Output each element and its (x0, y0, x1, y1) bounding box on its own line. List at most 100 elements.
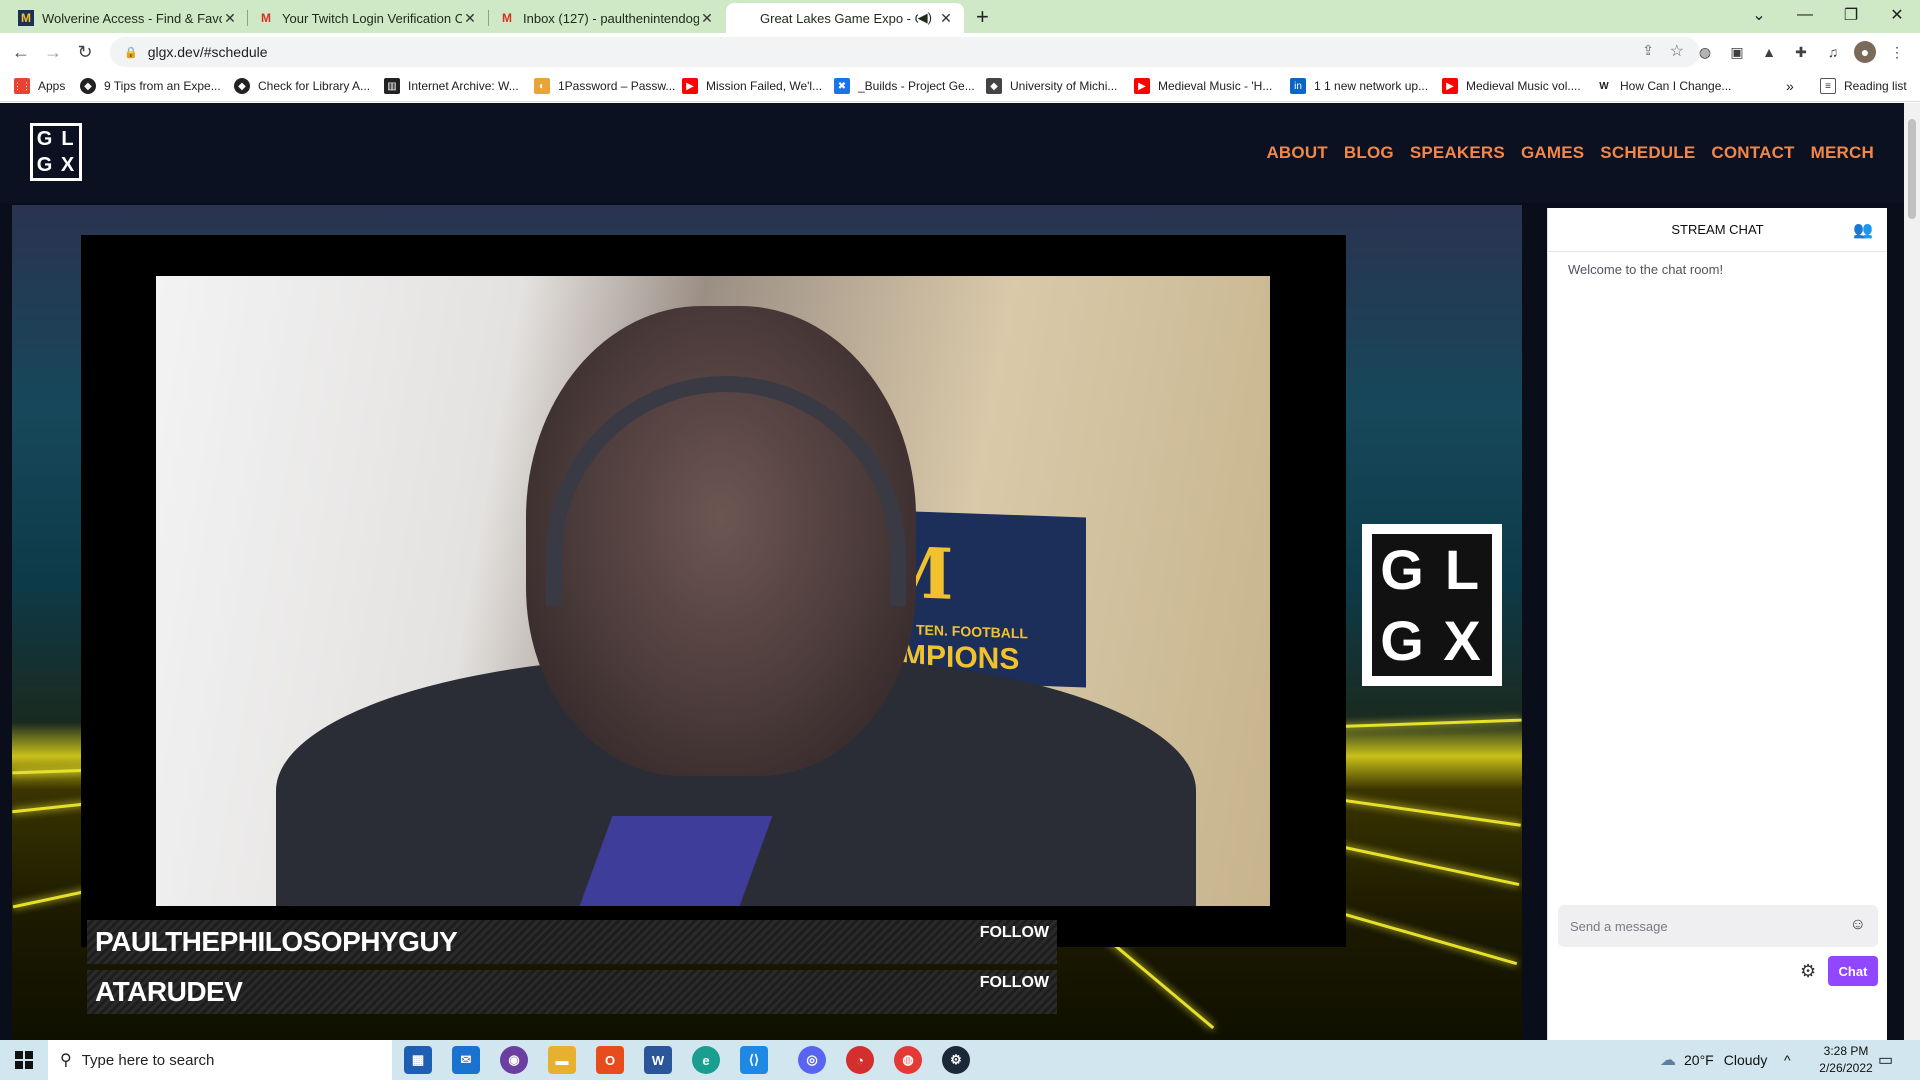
logo-letter: G (36, 128, 53, 150)
notifications-icon[interactable]: ▭ (1878, 1040, 1893, 1080)
browser-toolbar: ← → ↻ 🔒 glgx.dev/#schedule ⇪ ☆ ◍ ▣ ▲ ✚ ♫… (0, 33, 1920, 70)
emote-picker-icon[interactable]: ☺ (1850, 916, 1866, 934)
steam-icon[interactable]: ⚙ (942, 1046, 970, 1074)
michigan-m-icon: M (18, 10, 34, 26)
restore-button[interactable]: ❐ (1828, 0, 1874, 30)
bookmark-apps[interactable]: ⋮⋮ Apps (13, 76, 65, 96)
show-hidden-icons[interactable]: ^ (1784, 1040, 1791, 1080)
vscode-icon[interactable]: ⟨⟩ (740, 1046, 768, 1074)
bookmark-star-icon[interactable]: ☆ (1670, 41, 1684, 61)
new-tab-button[interactable]: + (976, 4, 989, 30)
close-window-button[interactable]: ✕ (1874, 0, 1920, 30)
bookmark-item[interactable]: ✖ _Builds - Project Ge... (834, 76, 975, 96)
office-icon[interactable]: O (596, 1046, 624, 1074)
streamer-name: PAULTHEPHILOSOPHYGUY (95, 926, 458, 957)
tab-great-lakes-game-expo[interactable]: Great Lakes Game Expo - GL ◀) ✕ (726, 3, 964, 33)
chat-settings-icon[interactable]: ⚙ (1800, 961, 1816, 982)
reload-icon[interactable]: ↻ (72, 39, 98, 65)
nav-about[interactable]: ABOUT (1266, 143, 1327, 163)
search-icon: ⚲ (60, 1052, 72, 1069)
close-tab-icon[interactable]: ✕ (462, 10, 478, 27)
bookmark-label: 1Password – Passw... (558, 79, 676, 93)
tab-title: Great Lakes Game Expo - GL (760, 10, 918, 26)
bookmark-item[interactable]: in 1 1 new network up... (1290, 76, 1428, 96)
builds-icon: ✖ (834, 78, 850, 94)
forward-icon[interactable]: → (40, 39, 66, 65)
community-icon[interactable]: 👥 (1853, 220, 1873, 240)
clock-date: 2/26/2022 (1819, 1061, 1873, 1075)
media-control-icon[interactable]: ♫ (1822, 41, 1844, 63)
url-text: glgx.dev/#schedule (147, 44, 268, 60)
mail-icon[interactable]: ✉ (452, 1046, 480, 1074)
bookmarks-overflow-button[interactable]: » (1786, 76, 1794, 96)
lock-icon[interactable]: 🔒 (124, 46, 138, 59)
logo-letter: L (1444, 537, 1480, 601)
youtube-icon: ▶ (1442, 78, 1458, 94)
tab-twitch-verification[interactable]: M Your Twitch Login Verification Co ✕ (248, 3, 488, 33)
address-bar[interactable]: 🔒 glgx.dev/#schedule ⇪ ☆ (110, 37, 1700, 67)
youtube-icon: ▶ (682, 78, 698, 94)
word-icon[interactable]: W (644, 1046, 672, 1074)
tab-title: Your Twitch Login Verification Co (282, 10, 462, 26)
cube-icon: ◆ (986, 78, 1002, 94)
nav-games[interactable]: GAMES (1521, 143, 1584, 163)
nav-contact[interactable]: CONTACT (1711, 143, 1794, 163)
close-tab-icon[interactable]: ✕ (938, 10, 954, 27)
glgx-logo[interactable]: G L G X (30, 123, 82, 181)
page-scrollbar[interactable] (1904, 103, 1920, 1040)
bookmark-item[interactable]: ▶ Medieval Music vol.... (1442, 76, 1581, 96)
bookmark-item[interactable]: ◆ 9 Tips from an Expe... (80, 76, 221, 96)
app-icon[interactable]: ◔ (846, 1046, 874, 1074)
close-tab-icon[interactable]: ✕ (699, 10, 715, 27)
chat-send-button[interactable]: Chat (1828, 956, 1878, 986)
share-icon[interactable]: ⇪ (1642, 42, 1654, 59)
system-clock[interactable]: 3:28 PM 2/26/2022 (1806, 1043, 1886, 1077)
webcam-video[interactable]: M TEN. FOOTBALL MPIONS (156, 276, 1270, 906)
back-icon[interactable]: ← (8, 39, 34, 65)
file-explorer-icon[interactable]: ▬ (548, 1046, 576, 1074)
bookmark-item[interactable]: ◐ 1Password – Passw... (534, 76, 675, 96)
bookmark-item[interactable]: W How Can I Change... (1596, 76, 1731, 96)
streamer-nameplate: PAULTHEPHILOSOPHYGUY FOLLOW (87, 920, 1057, 964)
follow-button[interactable]: FOLLOW (980, 974, 1049, 992)
menu-icon[interactable]: ⋮ (1886, 41, 1908, 63)
nav-speakers[interactable]: SPEAKERS (1410, 143, 1505, 163)
reading-list-label: Reading list (1844, 79, 1907, 93)
bookmark-item[interactable]: ◆ Check for Library A... (234, 76, 370, 96)
edge-icon[interactable]: e (692, 1046, 720, 1074)
chat-message-input[interactable]: Send a message ☺ (1558, 905, 1878, 947)
tab-search-icon[interactable]: ⌄ (1736, 0, 1782, 30)
scrollbar-thumb[interactable] (1908, 119, 1916, 219)
extension-icon[interactable]: ▣ (1726, 41, 1748, 63)
app-icon[interactable]: ◉ (500, 1046, 528, 1074)
tab-wolverine-access[interactable]: M Wolverine Access - Find & Favori ✕ (8, 3, 248, 33)
bookmark-item[interactable]: ▶ Mission Failed, We'l... (682, 76, 822, 96)
bookmark-item[interactable]: ◆ University of Michi... (986, 76, 1117, 96)
extension-icon[interactable]: ▲ (1758, 41, 1780, 63)
profile-avatar[interactable]: ● (1854, 41, 1876, 63)
tab-inbox[interactable]: M Inbox (127) - paulthenintendoga ✕ (489, 3, 725, 33)
bookmark-item[interactable]: ▶ Medieval Music - 'H... (1134, 76, 1272, 96)
extension-icon[interactable]: ◍ (1694, 41, 1716, 63)
chat-welcome-message: Welcome to the chat room! (1568, 262, 1724, 277)
nav-blog[interactable]: BLOG (1344, 143, 1394, 163)
chrome-icon[interactable]: ◍ (894, 1046, 922, 1074)
reading-list-icon: ≡ (1820, 78, 1836, 94)
weather-temp: 20°F (1684, 1052, 1714, 1068)
weather-widget[interactable]: ☁ 20°F Cloudy (1660, 1040, 1767, 1080)
start-button[interactable] (0, 1040, 48, 1080)
discord-icon[interactable]: ◎ (798, 1046, 826, 1074)
nav-merch[interactable]: MERCH (1811, 143, 1874, 163)
reading-list-button[interactable]: ≡ Reading list (1820, 76, 1907, 96)
nav-schedule[interactable]: SCHEDULE (1600, 143, 1695, 163)
extensions-puzzle-icon[interactable]: ✚ (1790, 41, 1812, 63)
store-icon[interactable]: ▦ (404, 1046, 432, 1074)
follow-button[interactable]: FOLLOW (980, 924, 1049, 942)
speaker-icon[interactable]: ◀) (918, 10, 932, 26)
wikipedia-icon: W (1596, 78, 1612, 94)
minimize-button[interactable]: — (1782, 0, 1828, 30)
close-tab-icon[interactable]: ✕ (222, 10, 238, 27)
bookmark-item[interactable]: ▥ Internet Archive: W... (384, 76, 519, 96)
windows-taskbar: ⚲ Type here to search ▦ ✉ ◉ ▬ O W e ⟨⟩ ◎… (0, 1040, 1920, 1080)
taskbar-search[interactable]: ⚲ Type here to search (48, 1040, 392, 1080)
